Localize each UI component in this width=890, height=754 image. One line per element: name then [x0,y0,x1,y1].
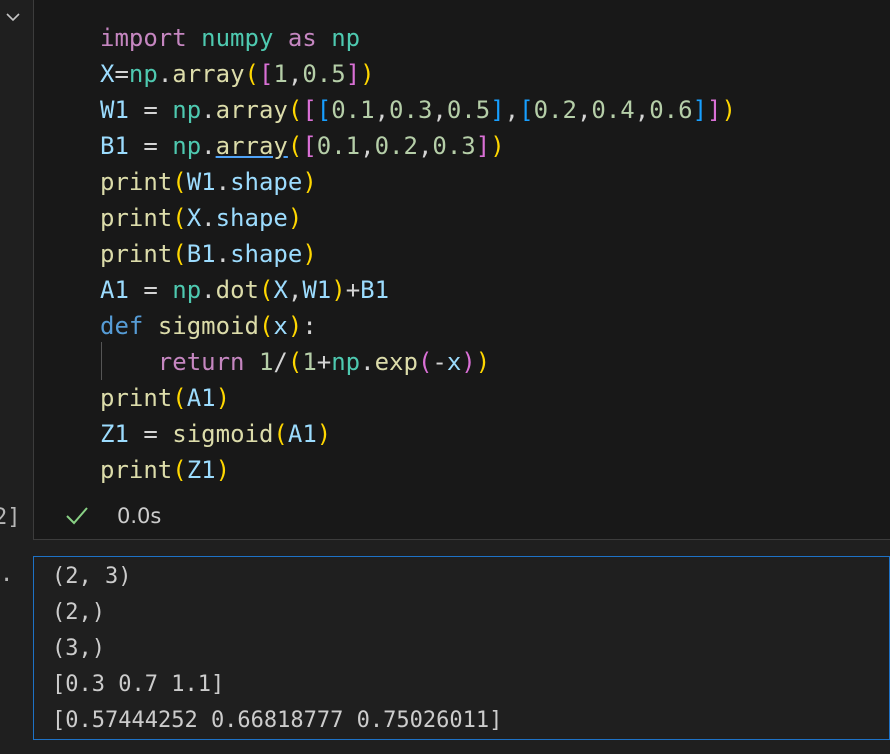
code-line-9: def sigmoid(x): [100,312,317,340]
code-block[interactable]: import numpy as np X=np.array([1,0.5]) W1 … [100,20,736,488]
code-line-3: W1 = np.array([[0.1,0.3,0.5],[0.2,0.4,0.… [100,96,736,124]
code-line-6: print(X.shape) [100,204,303,232]
code-line-11: print(A1) [100,384,231,412]
output-line: (2,) [52,600,105,625]
code-line-7: print(B1.shape) [100,240,317,268]
output-line: [0.57444252 0.66818777 0.75026011] [52,708,503,733]
execution-duration: 0.0s [117,504,162,528]
code-line-8: A1 = np.dot(X,W1)+B1 [100,276,390,304]
cell-divider [33,539,890,540]
code-line-13: print(Z1) [100,456,231,484]
code-line-2: X=np.array([1,0.5]) [100,60,375,88]
cell-gutter: 2] . [0,0,33,754]
output-line: (3,) [52,636,105,661]
cell-output[interactable]: (2, 3) (2,) (3,) [0.3 0.7 1.1] [0.57444252 0… [33,556,890,740]
code-line-4: B1 = np.array([0.1,0.2,0.3]) [100,132,505,160]
cell-status-bar: 0.0s [33,500,890,536]
execution-count: 2] [0,505,21,530]
output-line: (2, 3) [52,564,132,589]
code-line-10: return 1/(1+np.exp(-x)) [157,348,491,376]
check-icon [66,507,88,525]
output-line: [0.3 0.7 1.1] [52,672,225,697]
output-text: (2, 3) (2,) (3,) [0.3 0.7 1.1] [0.57444252 0… [52,559,502,739]
output-marker: . [0,562,14,587]
code-line-5: print(W1.shape) [100,168,317,196]
code-line-1: import numpy as np [100,24,361,52]
chevron-down-icon[interactable] [4,8,22,26]
code-line-12: Z1 = sigmoid(A1) [100,420,332,448]
